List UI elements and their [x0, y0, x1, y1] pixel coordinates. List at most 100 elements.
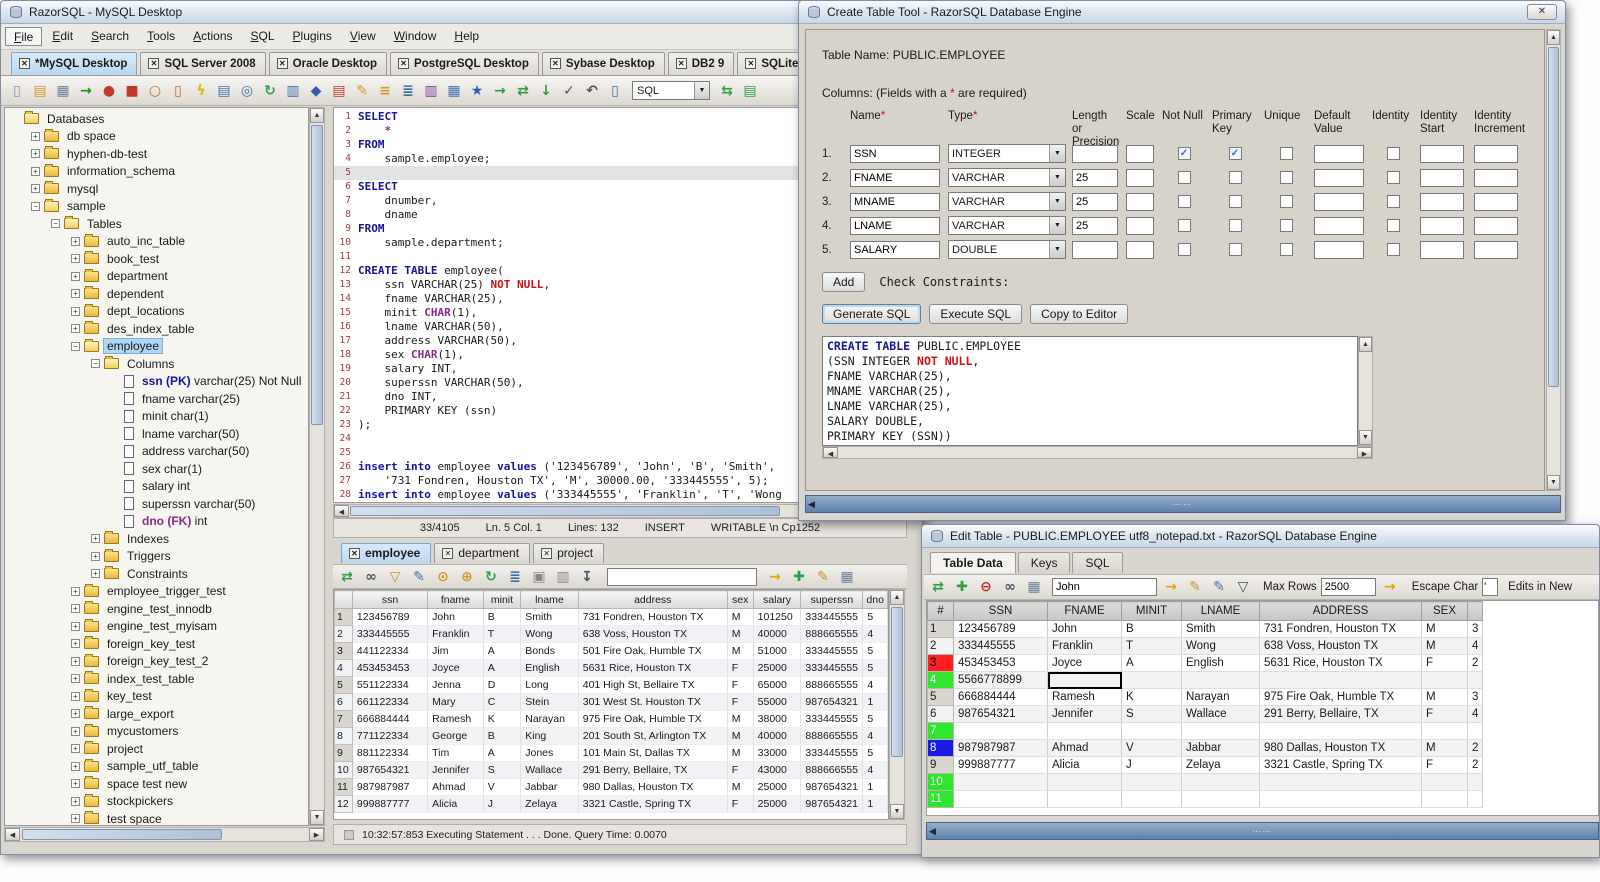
edit-cell[interactable]	[953, 790, 1048, 808]
result-cell[interactable]: Jenna	[427, 676, 484, 694]
expand-icon[interactable]: +	[71, 796, 80, 806]
filter-results-icon[interactable]: ▽	[385, 567, 405, 587]
edit-cell[interactable]	[1467, 773, 1484, 791]
result-cell[interactable]: 666884444	[352, 710, 429, 728]
result-cell[interactable]: K	[483, 710, 522, 728]
tree-item[interactable]: address varchar(50)	[5, 443, 308, 461]
scroll-right-icon[interactable]: ▶	[309, 828, 324, 841]
edit-cell[interactable]	[953, 722, 1048, 740]
expand-icon[interactable]: +	[71, 271, 80, 281]
edit-cell[interactable]: 291 Berry, Bellaire, TX	[1259, 705, 1422, 723]
result-row[interactable]: 11 987987987 Ahmad V Jabbar 980 Dallas, Houst…	[334, 778, 888, 796]
default-value-input[interactable]	[1314, 192, 1364, 211]
primary-key-checkbox[interactable]: ✓	[1228, 147, 1242, 160]
tree-item[interactable]: + Indexes	[5, 530, 308, 548]
result-cell[interactable]: 975 Fire Oak, Humble TX	[578, 710, 728, 728]
transpose-icon[interactable]: ↧	[577, 567, 597, 587]
edit-cell[interactable]	[1047, 790, 1122, 808]
unique-checkbox[interactable]	[1279, 219, 1293, 232]
edit-cell[interactable]: J	[1121, 756, 1182, 774]
results-column-header[interactable]: sex	[726, 590, 754, 609]
tree-item[interactable]: − Tables	[5, 215, 308, 233]
not-null-checkbox[interactable]: ✓	[1177, 147, 1191, 160]
copy-icon[interactable]: ▥	[283, 81, 303, 101]
result-cell[interactable]: 101 Main St, Dallas TX	[578, 744, 728, 762]
result-cell[interactable]: A	[483, 744, 522, 762]
menu-view[interactable]: View	[342, 27, 384, 46]
expand-icon[interactable]: +	[71, 254, 80, 264]
dialog-vertical-scrollbar[interactable]: ▲ ▼	[1546, 29, 1561, 491]
expand-icon[interactable]: +	[71, 639, 80, 649]
result-cell[interactable]: 1	[862, 778, 888, 796]
tree-item[interactable]: + information_schema	[5, 163, 308, 181]
row-number-cell[interactable]: 12	[334, 795, 353, 813]
edit-cell[interactable]	[1181, 790, 1260, 808]
fetch-icon[interactable]: ↓	[536, 81, 556, 101]
row-number-cell[interactable]: 3	[334, 642, 353, 660]
expand-icon[interactable]: +	[71, 656, 80, 666]
edit-cell[interactable]: 666884444	[953, 688, 1048, 706]
edit-cell[interactable]: 4	[1467, 705, 1484, 723]
edit-cell[interactable]: Joyce	[1047, 654, 1122, 672]
result-cell[interactable]: M	[727, 608, 754, 626]
tree-item[interactable]: + space test new	[5, 775, 308, 793]
result-cell[interactable]: 881122334	[352, 744, 429, 762]
collapse-icon[interactable]: −	[71, 341, 80, 351]
add-row-icon[interactable]: ✚	[952, 577, 972, 597]
tree-item[interactable]: lname varchar(50)	[5, 425, 308, 443]
edit-lines-icon[interactable]: ✎	[352, 81, 372, 101]
length-input[interactable]	[1072, 216, 1118, 235]
filter-lines-icon[interactable]: ≣	[398, 81, 418, 101]
results-column-header[interactable]: dno	[862, 590, 888, 609]
max-rows-input[interactable]	[1320, 578, 1376, 596]
result-cell[interactable]: 453453453	[352, 659, 429, 677]
foreign-key-icon[interactable]: ⊕	[457, 567, 477, 587]
result-cell[interactable]: Jim	[427, 642, 484, 660]
results-vertical-scrollbar[interactable]: ▲ ▼	[889, 589, 905, 820]
result-cell[interactable]: 25000	[753, 795, 802, 813]
edit-cell[interactable]	[1121, 722, 1182, 740]
generate-sql-button[interactable]: Generate SQL	[822, 304, 922, 324]
search-go-icon[interactable]: →	[765, 567, 785, 587]
tree-item[interactable]: + sample_utf_table	[5, 758, 308, 776]
row-header-cell[interactable]: 11	[927, 790, 954, 808]
collapse-icon[interactable]: −	[51, 219, 60, 229]
results-column-header[interactable]	[334, 590, 353, 609]
result-cell[interactable]: 291 Berry, Bellaire, TX	[578, 761, 728, 779]
scroll-up-icon[interactable]: ▲	[1359, 337, 1372, 352]
result-cell[interactable]: Smith	[520, 608, 579, 626]
refresh-connection-icon[interactable]: ⇆	[717, 81, 737, 101]
result-row[interactable]: 3 441122334 Jim A Bonds 501 Fire Oak, Humble …	[334, 642, 888, 660]
row-header-cell[interactable]: 9	[927, 756, 954, 774]
connection-tab[interactable]: ✕ PostgreSQL Desktop	[390, 52, 539, 75]
column-type-select[interactable]: INTEGER ▼	[948, 144, 1066, 163]
edit-column-header[interactable]	[1466, 601, 1484, 621]
expand-icon[interactable]: +	[71, 779, 80, 789]
edit-cell[interactable]: T	[1121, 637, 1182, 655]
dialog-horizontal-scrollbar[interactable]: ◀ ⋯⋯	[805, 495, 1561, 513]
close-tab-icon[interactable]: ✕	[19, 58, 30, 69]
tree-item[interactable]: + auto_inc_table	[5, 233, 308, 251]
scroll-left-icon[interactable]: ◀	[5, 828, 20, 841]
result-row[interactable]: 6 661122334 Mary C Stein 301 West St. Houston…	[334, 693, 888, 711]
edit-cell[interactable]: V	[1121, 739, 1182, 757]
column-type-select[interactable]: VARCHAR ▼	[948, 192, 1066, 211]
edit-cell-icon[interactable]: ✎	[1209, 577, 1229, 597]
primary-key-checkbox[interactable]	[1228, 195, 1242, 208]
menu-sql[interactable]: SQL	[243, 27, 283, 46]
edit-cell[interactable]: 731 Fondren, Houston TX	[1259, 620, 1422, 638]
result-cell[interactable]: 4	[862, 676, 888, 694]
scroll-up-icon[interactable]: ▲	[310, 108, 324, 123]
tree-item[interactable]: Databases	[5, 110, 308, 128]
identity-increment-input[interactable]	[1474, 216, 1518, 235]
delete-row-icon[interactable]: ⊖	[976, 577, 996, 597]
result-cell[interactable]: F	[727, 795, 754, 813]
result-cell[interactable]: Mary	[427, 693, 484, 711]
column-name-input[interactable]	[850, 240, 940, 259]
primary-key-checkbox[interactable]	[1228, 171, 1242, 184]
result-cell[interactable]: 888666555	[800, 761, 864, 779]
column-type-select[interactable]: VARCHAR ▼	[948, 168, 1066, 187]
identity-start-input[interactable]	[1420, 192, 1464, 211]
tree-item[interactable]: + stockpickers	[5, 793, 308, 811]
scroll-left-icon[interactable]: ◀	[334, 505, 349, 517]
